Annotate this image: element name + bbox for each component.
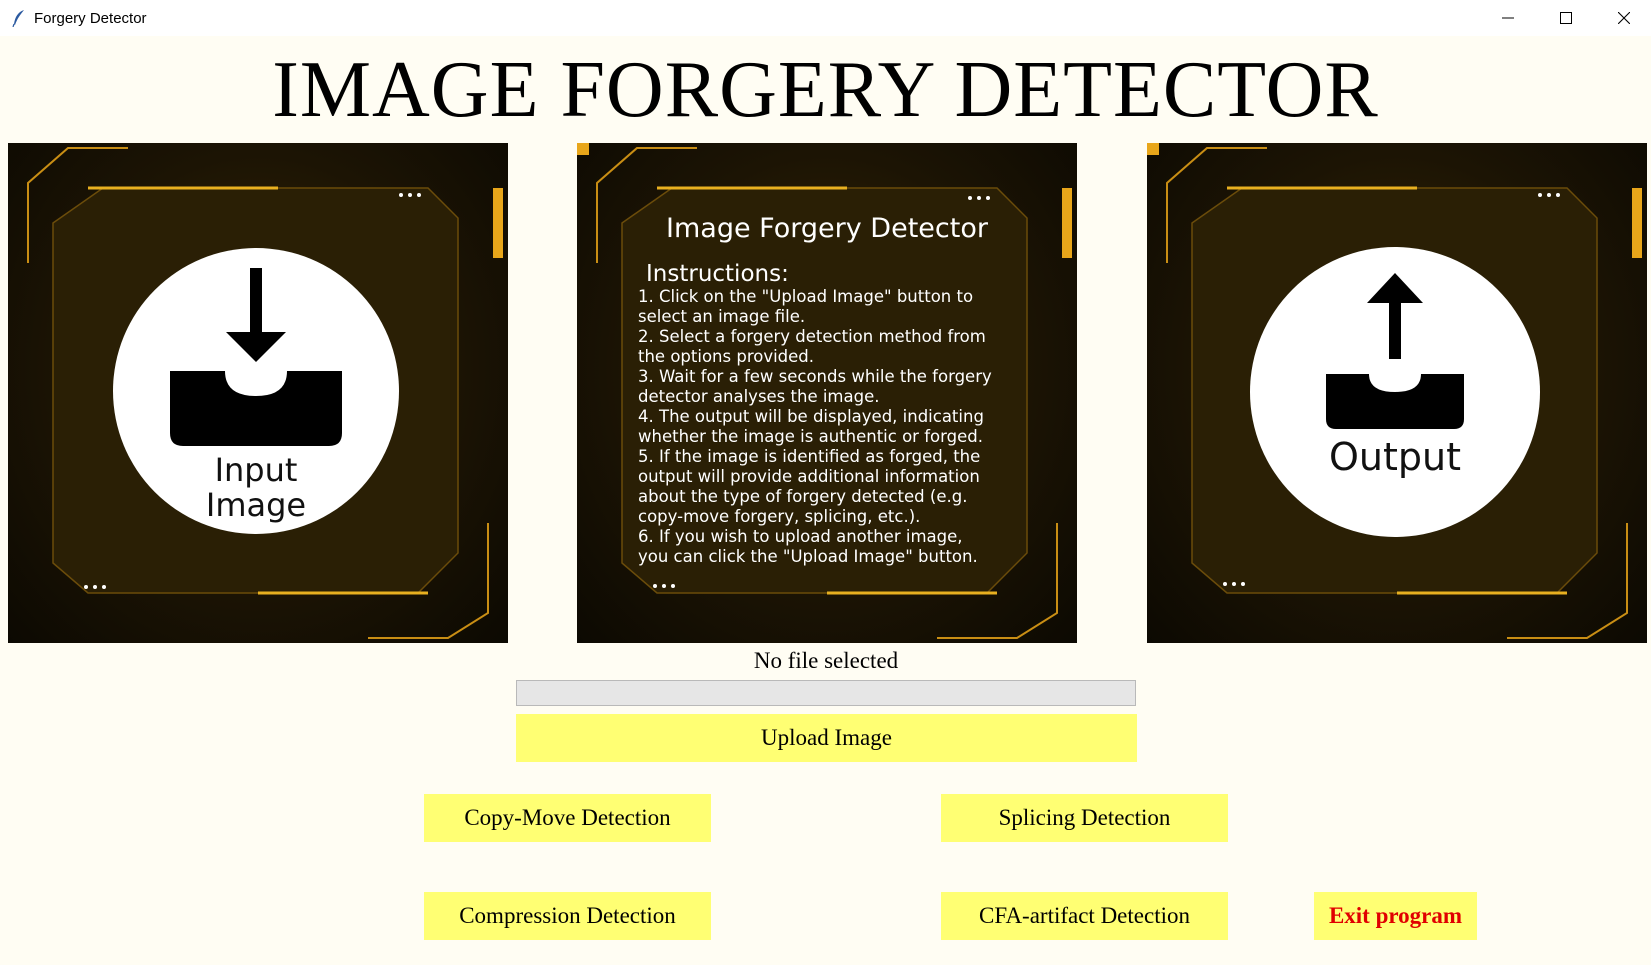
instructions-text: 1. Click on the "Upload Image" button to… — [638, 287, 992, 566]
minimize-icon — [1502, 17, 1514, 19]
input-image-panel: Input Image — [8, 143, 508, 643]
output-circle: Output — [1250, 247, 1540, 537]
window-title: Forgery Detector — [34, 9, 147, 27]
maximize-icon — [1560, 12, 1572, 24]
maximize-button[interactable] — [1537, 0, 1595, 36]
instructions-panel: Image Forgery Detector Instructions: 1. … — [577, 143, 1077, 643]
instructions-heading: Instructions: — [646, 261, 789, 287]
output-label: Output — [1329, 435, 1461, 479]
input-label-line1: Input — [214, 451, 298, 489]
progress-bar — [516, 680, 1136, 706]
minimize-button[interactable] — [1479, 0, 1537, 36]
copy-move-detection-button[interactable]: Copy-Move Detection — [424, 794, 711, 842]
cfa-artifact-detection-button[interactable]: CFA-artifact Detection — [941, 892, 1228, 940]
splicing-detection-button[interactable]: Splicing Detection — [941, 794, 1228, 842]
input-image-circle: Input Image — [113, 248, 399, 534]
close-icon — [1618, 12, 1630, 24]
file-status: No file selected — [753, 648, 899, 673]
upload-image-button[interactable]: Upload Image — [516, 714, 1137, 762]
compression-detection-button[interactable]: Compression Detection — [424, 892, 711, 940]
instructions-title: Image Forgery Detector — [666, 213, 988, 244]
exit-program-button[interactable]: Exit program — [1314, 892, 1477, 940]
upload-tray-icon — [1326, 273, 1464, 429]
window-titlebar: Forgery Detector — [0, 0, 1651, 36]
output-panel: Output — [1147, 143, 1647, 643]
input-label-line2: Image — [205, 486, 307, 524]
close-button[interactable] — [1595, 0, 1651, 36]
feather-icon — [12, 10, 24, 27]
page-title: IMAGE FORGERY DETECTOR — [272, 46, 1379, 134]
